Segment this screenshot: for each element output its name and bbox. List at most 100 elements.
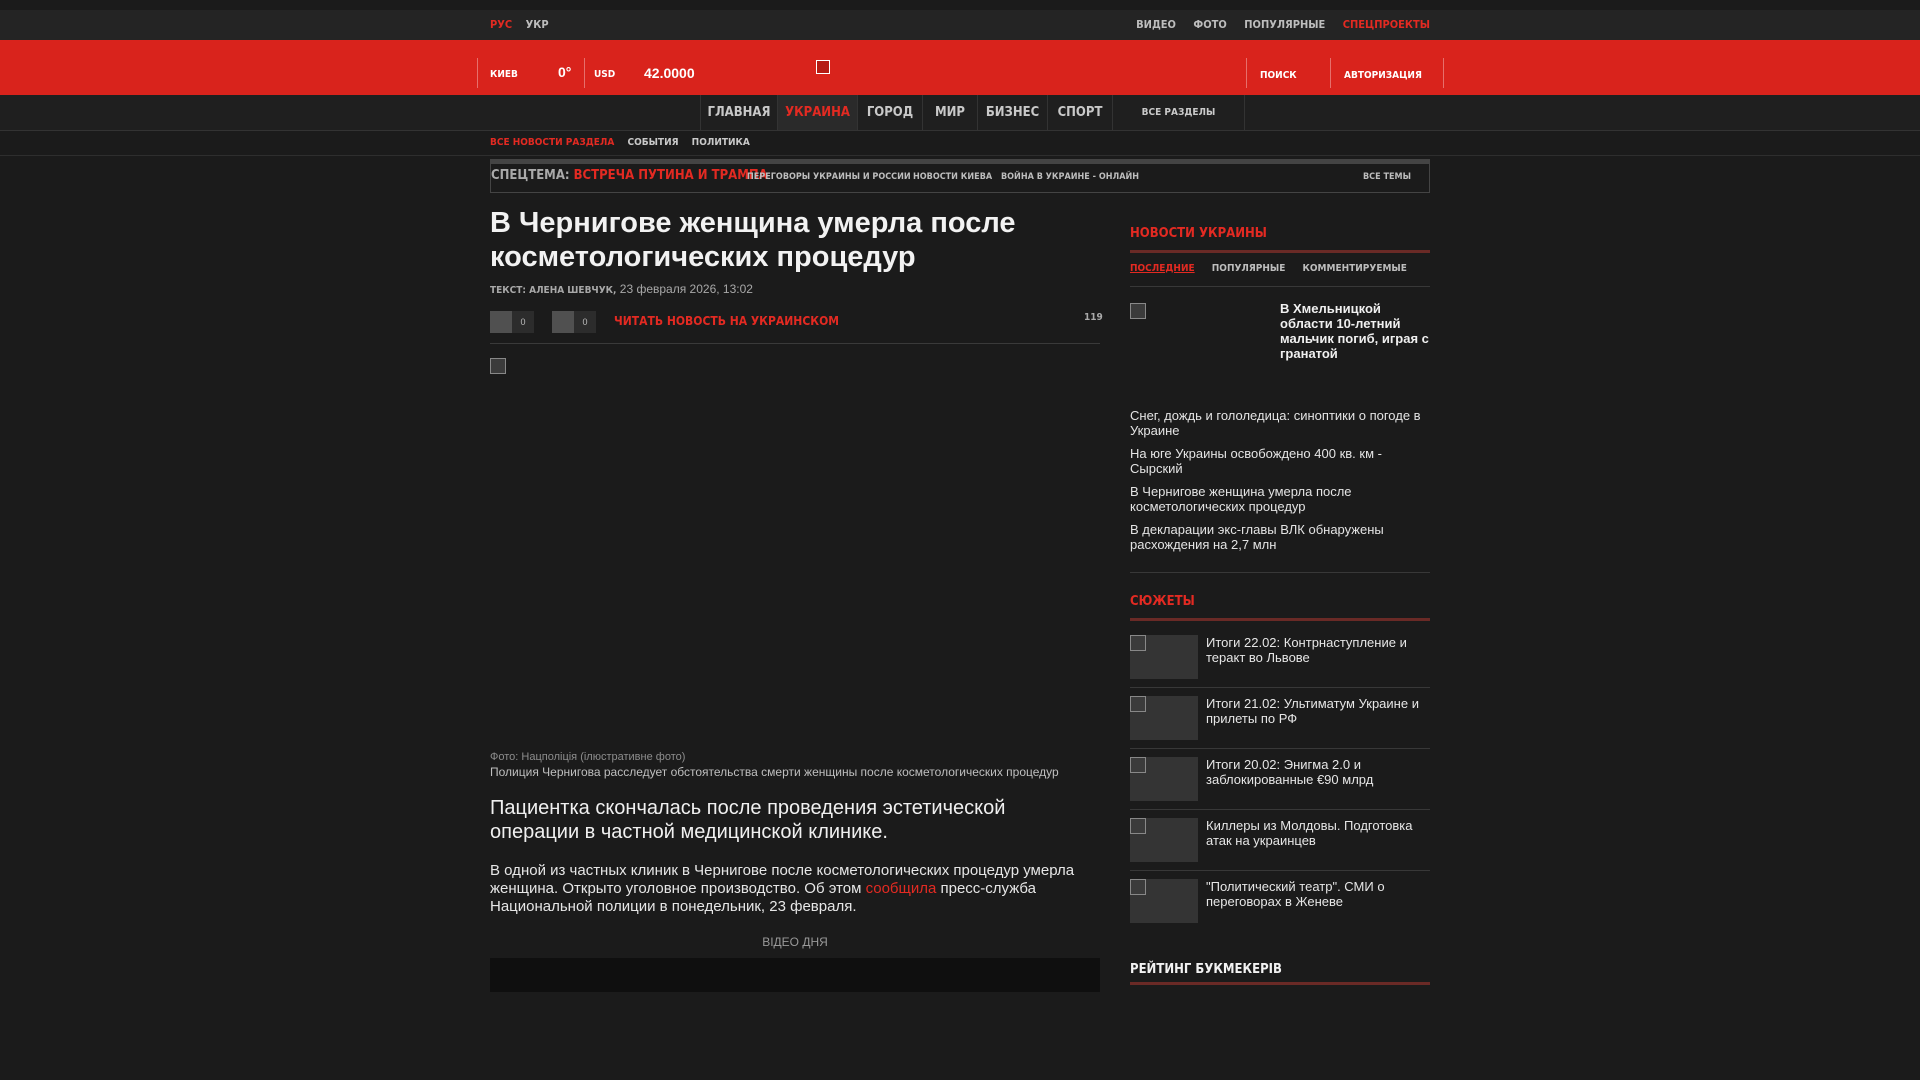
- top-link-popular[interactable]: ПОПУЛЯРНЫЕ: [1244, 18, 1325, 31]
- tab-latest[interactable]: ПОСЛЕДНИЕ: [1130, 263, 1195, 274]
- article-title: В Чернигове женщина умерла после космето…: [490, 207, 1016, 273]
- header-separator: [477, 58, 478, 88]
- story-thumbnail: [1130, 696, 1198, 740]
- news-divider: [1130, 572, 1430, 573]
- photo-credit: Фото: Нацполіція (ілюстративне фото): [490, 751, 686, 763]
- article-body: В одной из частных клиник в Чернигове по…: [490, 862, 1100, 916]
- views-count: 119: [1084, 312, 1103, 323]
- top-link-photo[interactable]: ФОТО: [1193, 18, 1226, 31]
- story-title[interactable]: Итоги 22.02: Контрнаступление и теракт в…: [1206, 635, 1430, 665]
- special-themes-bar: СПЕЦТЕМА: ВСТРЕЧА ПУТИНА И ТРАМПА ПЕРЕГО…: [490, 159, 1430, 193]
- special-theme-label: СПЕЦТЕМА:: [491, 168, 570, 183]
- featured-news-title[interactable]: В Хмельницкой области 10-летний мальчик …: [1280, 301, 1432, 361]
- nav-city[interactable]: ГОРОД: [857, 95, 922, 130]
- byline: ТЕКСТ: АЛЕНА ШЕВЧУК, 23 февраля 2026, 13…: [490, 282, 753, 296]
- lang-ru[interactable]: РУС: [490, 18, 512, 31]
- header-separator: [1330, 58, 1331, 88]
- story-title[interactable]: "Политический театр". СМИ о переговорах …: [1206, 879, 1430, 909]
- currency-rate: 42.0000: [644, 65, 695, 81]
- story-thumbnail: [1130, 757, 1198, 801]
- theme-link[interactable]: ПЕРЕГОВОРЫ УКРАИНЫ И РОССИИ: [747, 172, 911, 182]
- language-switcher: РУС УКР: [490, 18, 559, 31]
- news-item[interactable]: В Чернигове женщина умерла после космето…: [1130, 484, 1430, 514]
- sidebar-rule: [1130, 250, 1430, 253]
- article-lead: Пациентка скончалась после проведения эс…: [490, 797, 1006, 843]
- theme-link[interactable]: ВОЙНА В УКРАИНЕ - ОНЛАЙН: [1001, 172, 1139, 182]
- broken-image-icon: [1130, 635, 1146, 651]
- sidebar-rule: [1130, 982, 1430, 985]
- broken-image-icon: [1130, 696, 1146, 712]
- top-link-video[interactable]: ВИДЕО: [1136, 18, 1176, 31]
- sidebar-stories-heading[interactable]: СЮЖЕТЫ: [1130, 594, 1430, 609]
- source-link[interactable]: сообщила: [866, 880, 937, 897]
- photo-caption: Полиция Чернигова расследует обстоятельс…: [490, 765, 1059, 779]
- news-item[interactable]: На юге Украины освобождено 400 кв. км - …: [1130, 446, 1430, 476]
- sidebar-news-heading[interactable]: НОВОСТИ УКРАИНЫ: [1130, 226, 1430, 241]
- video-of-day-label: ВІДЕО ДНЯ: [762, 935, 828, 949]
- article-photo[interactable]: [490, 376, 1100, 746]
- story-item[interactable]: Итоги 22.02: Контрнаступление и теракт в…: [1130, 635, 1430, 693]
- article-divider: [490, 343, 1100, 344]
- article-date: 23 февраля 2026, 13:02: [619, 282, 753, 296]
- subnav-all-news[interactable]: ВСЕ НОВОСТИ РАЗДЕЛА: [490, 137, 614, 148]
- article-author[interactable]: ТЕКСТ: АЛЕНА ШЕВЧУК,: [490, 285, 616, 296]
- telegram-icon: [552, 311, 574, 333]
- nav-home[interactable]: ГЛАВНАЯ: [700, 95, 777, 130]
- story-title[interactable]: Итоги 20.02: Энигма 2.0 и заблокированны…: [1206, 757, 1430, 787]
- nav-business[interactable]: БИЗНЕС: [977, 95, 1047, 130]
- subnav-events[interactable]: СОБЫТИЯ: [628, 137, 679, 148]
- video-player[interactable]: [490, 958, 1100, 992]
- sidebar-bookmakers-heading[interactable]: РЕЙТИНГ БУКМЕКЕРІВ: [1130, 962, 1430, 977]
- tabs-divider: [1130, 286, 1430, 287]
- special-theme: СПЕЦТЕМА: ВСТРЕЧА ПУТИНА И ТРАМПА: [491, 168, 768, 183]
- header-separator: [584, 58, 585, 88]
- top-link-special[interactable]: СПЕЦПРОЕКТЫ: [1343, 18, 1430, 31]
- story-thumbnail: [1130, 879, 1198, 923]
- theme-link[interactable]: НОВОСТИ КИЕВА: [913, 172, 992, 182]
- nav-ukraine[interactable]: УКРАИНА: [777, 95, 857, 130]
- lang-uk[interactable]: УКР: [526, 18, 549, 31]
- header-separator: [1443, 58, 1444, 88]
- top-links: ВИДЕО ФОТО ПОПУЛЯРНЫЕ СПЕЦПРОЕКТЫ: [1122, 18, 1430, 31]
- nav-sport[interactable]: СПОРТ: [1047, 95, 1112, 130]
- nav-all-sections[interactable]: ВСЕ РАЗДЕЛЫ: [1112, 95, 1245, 130]
- tab-commented[interactable]: КОММЕНТИРУЕМЫЕ: [1303, 263, 1407, 274]
- share-count: 0: [574, 311, 596, 333]
- subnav-politics[interactable]: ПОЛИТИКА: [692, 137, 750, 148]
- facebook-icon: [490, 311, 512, 333]
- weather-temp: 0°: [558, 64, 572, 80]
- story-title[interactable]: Киллеры из Молдовы. Подготовка атак на у…: [1206, 818, 1430, 848]
- broken-image-icon[interactable]: [1130, 303, 1146, 319]
- story-thumbnail: [1130, 818, 1198, 862]
- nav-world[interactable]: МИР: [922, 95, 977, 130]
- story-title[interactable]: Итоги 21.02: Ультиматум Украине и прилет…: [1206, 696, 1430, 726]
- story-divider: [1130, 809, 1430, 810]
- story-item[interactable]: Киллеры из Молдовы. Подготовка атак на у…: [1130, 818, 1430, 876]
- top-bar: РУС УКР ВИДЕО ФОТО ПОПУЛЯРНЫЕ СПЕЦПРОЕКТ…: [0, 10, 1920, 40]
- share-count: 0: [512, 311, 534, 333]
- story-divider: [1130, 748, 1430, 749]
- story-divider: [1130, 870, 1430, 871]
- story-item[interactable]: Итоги 20.02: Энигма 2.0 и заблокированны…: [1130, 757, 1430, 815]
- special-theme-link[interactable]: ВСТРЕЧА ПУТИНА И ТРАМПА: [574, 168, 768, 183]
- main-nav: ГЛАВНАЯ УКРАИНА ГОРОД МИР БИЗНЕС СПОРТ В…: [0, 95, 1920, 131]
- header-bar: КИЕВ 0° USD 42.0000 ПОИСК АВТОРИЗАЦИЯ: [0, 40, 1920, 95]
- all-themes-link[interactable]: ВСЕ ТЕМЫ: [1363, 172, 1411, 182]
- story-thumbnail: [1130, 635, 1198, 679]
- news-tabs: ПОСЛЕДНИЕ ПОПУЛЯРНЫЕ КОММЕНТИРУЕМЫЕ: [1130, 263, 1421, 274]
- sub-nav: ВСЕ НОВОСТИ РАЗДЕЛА СОБЫТИЯ ПОЛИТИКА: [490, 137, 760, 148]
- read-in-ukrainian-link[interactable]: ЧИТАТЬ НОВОСТЬ НА УКРАИНСКОМ: [614, 314, 839, 328]
- broken-image-icon: [1130, 879, 1146, 895]
- story-item[interactable]: Итоги 21.02: Ультиматум Украине и прилет…: [1130, 696, 1430, 754]
- broken-image-icon: [1130, 757, 1146, 773]
- story-item[interactable]: "Политический театр". СМИ о переговорах …: [1130, 879, 1430, 937]
- news-item[interactable]: В декларации экс-главы ВЛК обнаружены ра…: [1130, 522, 1430, 552]
- tab-popular[interactable]: ПОПУЛЯРНЫЕ: [1212, 263, 1286, 274]
- header-separator: [1246, 58, 1247, 88]
- story-divider: [1130, 687, 1430, 688]
- site-logo-icon[interactable]: [816, 60, 830, 74]
- broken-image-icon: [490, 358, 506, 374]
- broken-image-icon: [1130, 818, 1146, 834]
- news-item[interactable]: Снег, дождь и гололедица: синоптики о по…: [1130, 408, 1430, 438]
- sidebar-rule: [1130, 618, 1430, 621]
